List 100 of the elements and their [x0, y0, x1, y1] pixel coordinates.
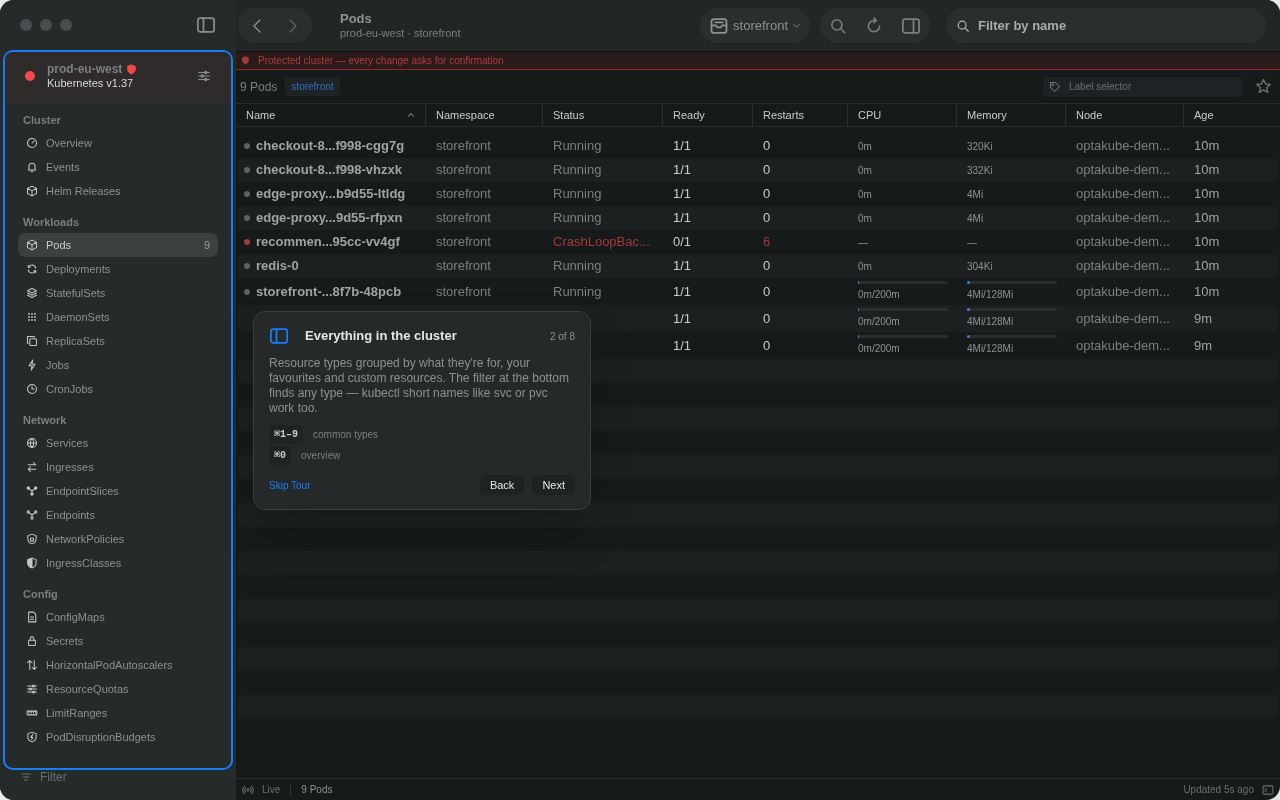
column-header[interactable]: Age: [1184, 104, 1264, 126]
section-heading: Config: [22, 587, 59, 602]
tag-icon: [1049, 80, 1061, 93]
window-title: Pods: [340, 10, 373, 26]
refresh-icon[interactable]: [865, 16, 883, 35]
sidebar-item[interactable]: Jobs: [18, 353, 218, 377]
search-input[interactable]: Filter by name: [978, 15, 1256, 36]
column-header[interactable]: Name: [236, 104, 426, 126]
sidebar-item[interactable]: ReplicaSets: [18, 329, 218, 353]
tray-icon: [709, 15, 730, 36]
sidebar-item[interactable]: NetworkPolicies: [18, 527, 218, 551]
table-cell-text: storefront: [435, 137, 491, 156]
filter-button[interactable]: Filter: [20, 768, 67, 786]
table-cell-text: 9m: [1193, 336, 1213, 355]
shield-icon: [26, 557, 38, 569]
table-cell-text: storefront-...8f7b-48pcb: [256, 282, 402, 301]
sidebar-item[interactable]: Endpoints: [18, 503, 218, 527]
next-button[interactable]: Next: [532, 475, 575, 495]
cube-icon: [26, 239, 38, 251]
table-cell-text: Running: [552, 137, 602, 156]
sidebar-item[interactable]: IngressClasses: [18, 551, 218, 575]
cycle-arrows-icon: [26, 263, 38, 275]
sidebar-item[interactable]: ResourceQuotas: [18, 677, 218, 701]
sliders-icon[interactable]: [197, 69, 211, 83]
sidebar-item[interactable]: Secrets: [18, 629, 218, 653]
column-header[interactable]: Ready: [663, 104, 753, 126]
table-cell-text: 4Mi/128Mi: [967, 342, 1015, 356]
sidebar-item[interactable]: Ingresses: [18, 455, 218, 479]
table-cell-text: CrashLoopBac...: [552, 233, 650, 252]
sidebar-item[interactable]: PodDisruptionBudgets: [18, 725, 218, 749]
table-cell-text: optakube-dem...: [1075, 161, 1170, 180]
search-field[interactable]: Filter by name: [946, 8, 1266, 43]
sidebar-item[interactable]: Helm Releases: [18, 179, 218, 203]
table-cell-text: 304Ki: [967, 259, 994, 274]
sidebar-toggle-icon[interactable]: [196, 15, 216, 35]
table-cell-text: 0: [762, 209, 771, 228]
table-cell-text: checkout-8...f998-vhzxk: [256, 161, 402, 180]
table-cell-text: recommen...95cc-vv4gf: [256, 233, 400, 252]
node-graph-icon: [26, 509, 38, 521]
namespace-picker[interactable]: storefront: [700, 8, 810, 43]
column-header[interactable]: Restarts: [753, 104, 848, 126]
node-graph-icon: [26, 485, 38, 497]
updated-time: Updated 5s ago: [1183, 783, 1254, 797]
document-icon: [26, 611, 38, 623]
table-cell-text: 0m/200m: [858, 288, 901, 302]
namespace-tag: storefront: [285, 77, 340, 96]
table-cell-text: Running: [552, 209, 602, 228]
table-cell-text: 10m: [1193, 137, 1220, 156]
globe-icon: [26, 437, 38, 449]
cube-icon: [26, 185, 38, 197]
sidebar-item[interactable]: LimitRanges: [18, 701, 218, 725]
table-cell-text: storefront: [435, 257, 491, 276]
inspector-panel-icon[interactable]: [901, 15, 921, 36]
skip-tour-link[interactable]: Skip Tour: [269, 477, 472, 493]
table-cell-text: checkout-8...f998-cgg7g: [256, 137, 405, 156]
table-cell-text: 332Ki: [967, 163, 994, 178]
table-cell-text: 0/1: [672, 233, 692, 252]
label-selector-field[interactable]: Label selector: [1043, 76, 1243, 97]
table-cell-text: 0: [762, 282, 771, 301]
column-header[interactable]: Status: [543, 104, 663, 126]
sidebar-item[interactable]: ConfigMaps: [18, 605, 218, 629]
sidebar-item[interactable]: Services: [18, 431, 218, 455]
sidebar-item[interactable]: EndpointSlices: [18, 479, 218, 503]
bell-icon: [26, 161, 38, 173]
column-header[interactable]: Memory: [957, 104, 1066, 126]
back-button[interactable]: Back: [479, 475, 525, 495]
tour-description: Resource types grouped by what they're for, your favourites and custom resources. The filter at the bottom finds any type — kubectl short names like svc or pvc work too.: [269, 356, 570, 416]
search-icon[interactable]: [829, 16, 847, 35]
table-cell-text: Running: [552, 257, 602, 276]
filter-lines-icon: [20, 771, 32, 783]
section-heading: Cluster: [22, 113, 62, 128]
sidebar-item[interactable]: Deployments: [18, 257, 218, 281]
shortcut-key: ⌘1–9: [269, 425, 304, 444]
section-heading: Workloads: [22, 215, 81, 230]
terminal-icon[interactable]: [1262, 783, 1274, 796]
table-cell-text: optakube-dem...: [1075, 282, 1170, 301]
table-cell-text: —: [858, 235, 869, 250]
label-selector-input[interactable]: Label selector: [1069, 79, 1237, 94]
star-icon[interactable]: [1255, 78, 1272, 95]
sidebar-item[interactable]: CronJobs: [18, 377, 218, 401]
sidebar-item[interactable]: Overview: [18, 131, 218, 155]
shield-icon: [241, 56, 250, 65]
column-header[interactable]: Node: [1066, 104, 1184, 126]
column-header[interactable]: CPU: [848, 104, 957, 126]
table-cell-text: 1/1: [672, 309, 692, 328]
cluster-name: prod-eu-west: [47, 62, 123, 76]
column-header[interactable]: Namespace: [426, 104, 543, 126]
sidebar-item[interactable]: Pods 9: [18, 233, 218, 257]
table-cell-text: 1/1: [672, 185, 692, 204]
table-cell-text: optakube-dem...: [1075, 209, 1170, 228]
swap-arrows-icon: [26, 461, 38, 473]
sidebar-item[interactable]: StatefulSets: [18, 281, 218, 305]
banner-text: Protected cluster — every change asks for confirmation: [258, 54, 504, 68]
sidebar-item[interactable]: Events: [18, 155, 218, 179]
table-cell-text: 0: [762, 185, 771, 204]
sidebar-item[interactable]: HorizontalPodAutoscalers: [18, 653, 218, 677]
table-cell-text: 0m: [858, 187, 873, 202]
broadcast-icon: [242, 783, 254, 796]
sidebar-item[interactable]: DaemonSets: [18, 305, 218, 329]
shortcut-label: overview: [301, 449, 341, 463]
